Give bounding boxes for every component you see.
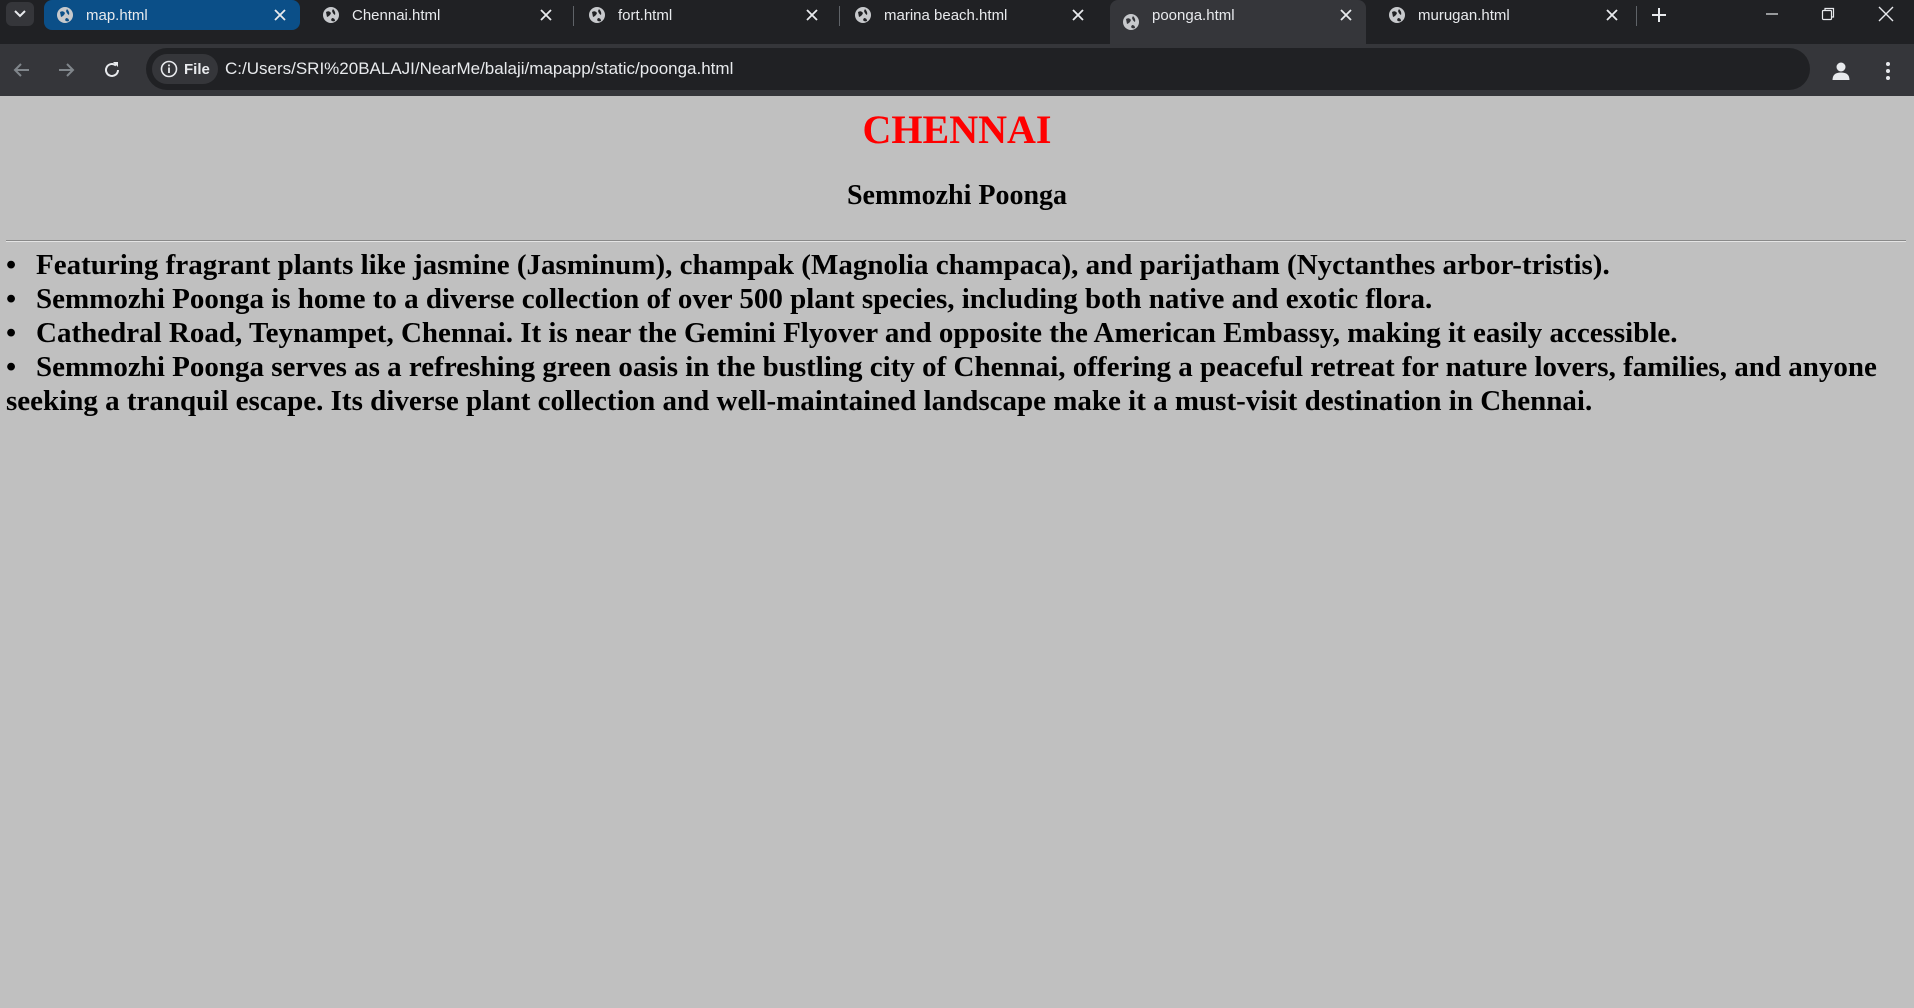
bullet-icon: • — [6, 283, 17, 315]
tab-search-button[interactable] — [6, 2, 34, 26]
plus-icon — [1652, 8, 1666, 22]
list-item-text: Featuring fragrant plants like jasmine (… — [36, 249, 1610, 281]
list-item: • Cathedral Road, Teynampet, Chennai. It … — [6, 316, 1896, 350]
info-icon — [160, 60, 178, 78]
tab-separator — [839, 6, 840, 26]
page-heading: CHENNAI — [862, 107, 1052, 152]
tab-title: Chennai.html — [352, 6, 441, 24]
close-icon[interactable] — [1336, 5, 1356, 25]
tab-title: murugan.html — [1418, 6, 1510, 24]
restore-button[interactable] — [1800, 0, 1856, 28]
tab-strip: map.html Chennai.html fort.html marina b… — [0, 0, 1914, 44]
close-icon — [1878, 6, 1894, 22]
tab-murugan[interactable]: murugan.html — [1376, 0, 1632, 30]
tab-title: fort.html — [618, 6, 673, 24]
arrow-right-icon — [59, 63, 75, 77]
more-vertical-icon — [1886, 62, 1890, 80]
close-icon[interactable] — [1602, 5, 1622, 25]
list-item-text: Cathedral Road, Teynampet, Chennai. It i… — [36, 317, 1678, 349]
restore-icon — [1821, 7, 1835, 21]
address-bar[interactable]: File C:/Users/SRI%20BALAJI/NearMe/balaji… — [146, 48, 1810, 90]
minimize-icon — [1766, 13, 1778, 15]
fact-list: • Featuring fragrant plants like jasmine … — [6, 248, 1896, 418]
close-window-button[interactable] — [1858, 0, 1914, 28]
chevron-down-icon — [14, 10, 26, 18]
list-item-text: Semmozhi Poonga serves as a refreshing g… — [6, 351, 1877, 417]
list-item: • Semmozhi Poonga is home to a diverse co… — [6, 282, 1896, 316]
person-icon — [1832, 62, 1850, 80]
browser-toolbar: File C:/Users/SRI%20BALAJI/NearMe/balaji… — [0, 44, 1914, 96]
tab-separator — [573, 6, 574, 26]
close-icon[interactable] — [1068, 5, 1088, 25]
tab-poonga[interactable]: poonga.html — [1110, 0, 1366, 44]
site-info-chip[interactable]: File — [152, 54, 218, 84]
back-button[interactable] — [6, 54, 38, 86]
arrow-left-icon — [13, 63, 29, 77]
page-content: CHENNAI Semmozhi Poonga • Featuring fragr… — [0, 96, 1914, 1008]
reload-icon — [105, 62, 119, 77]
tab-fort[interactable]: fort.html — [576, 0, 832, 30]
bullet-icon: • — [6, 351, 17, 383]
minimize-button[interactable] — [1744, 0, 1800, 28]
close-icon[interactable] — [270, 5, 290, 25]
list-item: • Featuring fragrant plants like jasmine … — [6, 248, 1896, 282]
tab-chennai[interactable]: Chennai.html — [310, 0, 566, 30]
bullet-icon: • — [6, 249, 17, 281]
profile-button[interactable] — [1826, 56, 1856, 86]
forward-button[interactable] — [50, 54, 82, 86]
url-text[interactable]: C:/Users/SRI%20BALAJI/NearMe/balaji/mapa… — [225, 48, 733, 90]
tab-marina-beach[interactable]: marina beach.html — [842, 0, 1098, 30]
horizontal-rule — [6, 240, 1906, 242]
scheme-label: File — [184, 60, 210, 78]
close-icon[interactable] — [802, 5, 822, 25]
reload-button[interactable] — [96, 54, 128, 86]
browser-menu-button[interactable] — [1874, 56, 1902, 86]
tab-map[interactable]: map.html — [44, 0, 300, 30]
tab-title: marina beach.html — [884, 6, 1008, 24]
tab-separator — [1636, 6, 1637, 26]
new-tab-button[interactable] — [1646, 2, 1672, 28]
list-item-text: Semmozhi Poonga is home to a diverse col… — [36, 283, 1433, 315]
bullet-icon: • — [6, 317, 17, 349]
tab-title: map.html — [86, 6, 148, 24]
page-subheading: Semmozhi Poonga — [846, 180, 1068, 211]
close-icon[interactable] — [536, 5, 556, 25]
list-item: • Semmozhi Poonga serves as a refreshing … — [6, 350, 1896, 418]
tab-title: poonga.html — [1152, 6, 1235, 24]
